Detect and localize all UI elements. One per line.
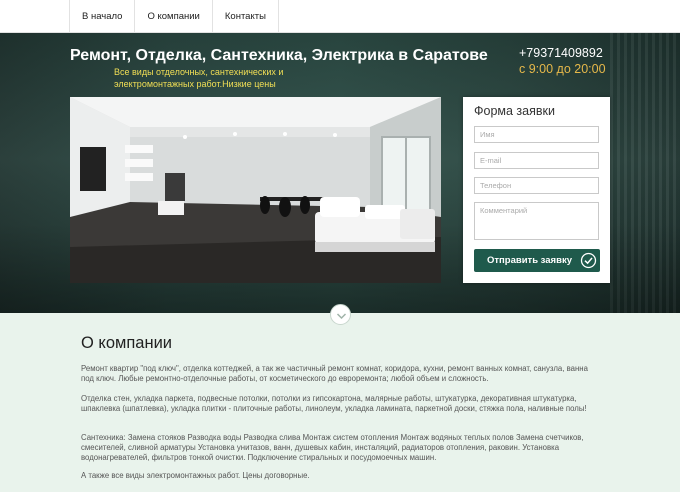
top-nav: В начало О компании Контакты: [0, 0, 680, 33]
contact-phone[interactable]: +79371409892: [519, 46, 603, 60]
about-title: О компании: [81, 334, 172, 352]
interior-photo: [70, 97, 441, 283]
submit-button-label: Отправить заявку: [487, 255, 572, 266]
site-subtitle: Все виды отделочных, сантехнических и эл…: [114, 67, 284, 89]
nav-item-contacts[interactable]: Контакты: [213, 0, 279, 33]
checkmark-icon: [580, 252, 597, 269]
nav-menu: В начало О компании Контакты: [69, 0, 279, 33]
about-paragraph: Отделка стен, укладка паркета, подвесные…: [81, 394, 587, 413]
comment-textarea[interactable]: Комментарий: [474, 202, 599, 240]
chevron-down-icon: [336, 313, 347, 320]
work-hours: с 9:00 до 20:00: [519, 62, 606, 76]
nav-item-about[interactable]: О компании: [135, 0, 213, 33]
nav-item-home[interactable]: В начало: [70, 0, 136, 33]
about-paragraph: А также все виды электромонтажных работ.…: [81, 471, 310, 480]
form-title: Форма заявки: [474, 104, 555, 118]
phone-input[interactable]: Телефон: [474, 177, 599, 194]
about-paragraph: Ремонт квартир "под ключ", отделка котте…: [81, 364, 588, 383]
about-paragraph: Сантехника: Замена стояков Разводка воды…: [81, 433, 584, 462]
scroll-down-button[interactable]: [330, 304, 351, 325]
submit-button[interactable]: Отправить заявку: [474, 249, 600, 272]
request-form: Форма заявки Имя E-mail Телефон Коммента…: [463, 97, 610, 283]
name-input[interactable]: Имя: [474, 126, 599, 143]
site-title: Ремонт, Отделка, Сантехника, Электрика в…: [70, 47, 488, 64]
email-input[interactable]: E-mail: [474, 152, 599, 169]
